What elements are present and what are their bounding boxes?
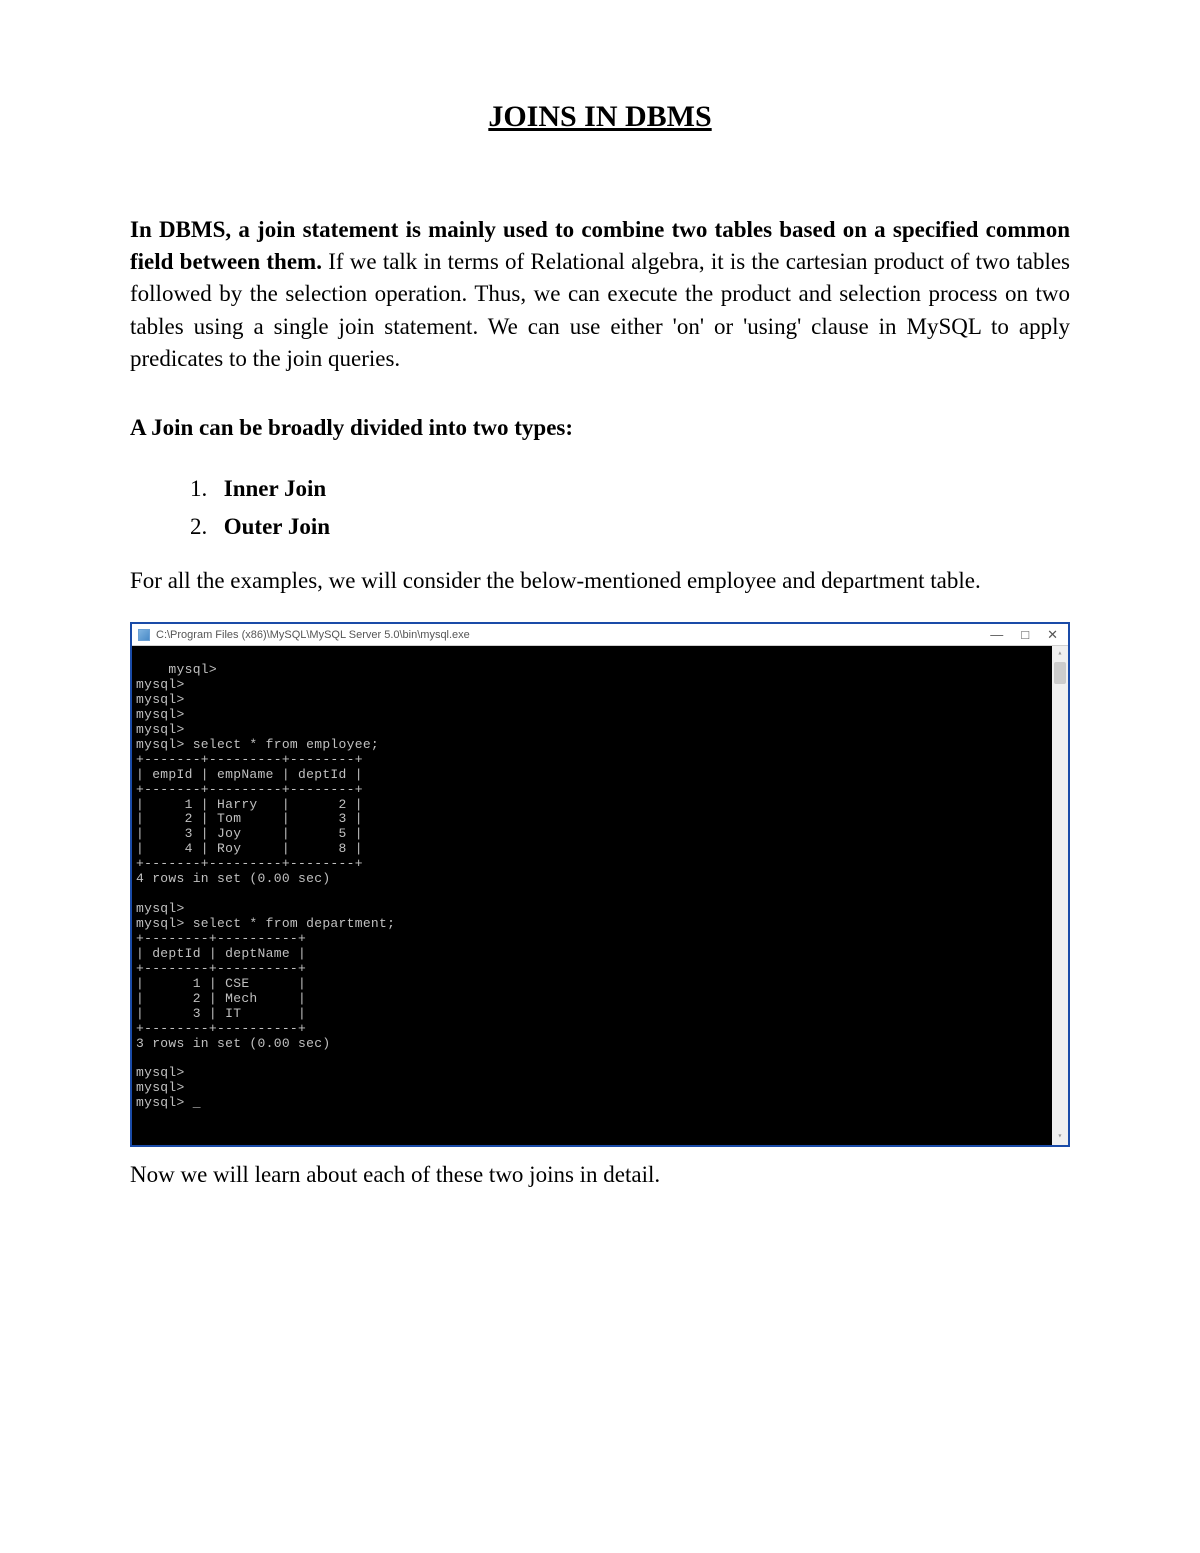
terminal-icon [138, 629, 150, 641]
list-number: 1. [190, 476, 218, 502]
closing-paragraph: Now we will learn about each of these tw… [130, 1159, 1070, 1191]
scroll-up-arrow[interactable]: ▴ [1052, 646, 1068, 662]
list-item: 1. Inner Join [190, 476, 1070, 502]
list-label: Inner Join [224, 476, 326, 501]
terminal-body: mysql> mysql> mysql> mysql> mysql> mysql… [132, 646, 1068, 1145]
list-number: 2. [190, 514, 218, 540]
scroll-down-arrow[interactable]: ▾ [1052, 1129, 1068, 1145]
types-subheading: A Join can be broadly divided into two t… [130, 415, 1070, 441]
terminal-content: mysql> mysql> mysql> mysql> mysql> mysql… [136, 662, 395, 1110]
list-label: Outer Join [224, 514, 330, 539]
join-types-list: 1. Inner Join 2. Outer Join [190, 476, 1070, 540]
body-paragraph: For all the examples, we will consider t… [130, 565, 1070, 597]
close-button[interactable]: ✕ [1047, 628, 1058, 641]
maximize-button[interactable]: □ [1021, 628, 1029, 641]
scrollbar[interactable]: ▴ ▾ [1052, 646, 1068, 1145]
scroll-track[interactable] [1052, 662, 1068, 1129]
terminal-window: C:\Program Files (x86)\MySQL\MySQL Serve… [130, 622, 1070, 1147]
intro-paragraph: In DBMS, a join statement is mainly used… [130, 214, 1070, 375]
terminal-title-text: C:\Program Files (x86)\MySQL\MySQL Serve… [156, 629, 990, 641]
list-item: 2. Outer Join [190, 514, 1070, 540]
minimize-button[interactable]: — [990, 628, 1003, 641]
scroll-thumb[interactable] [1054, 662, 1066, 684]
window-controls: — □ ✕ [990, 628, 1062, 641]
page-title: JOINS IN DBMS [130, 100, 1070, 134]
terminal-titlebar: C:\Program Files (x86)\MySQL\MySQL Serve… [132, 624, 1068, 646]
